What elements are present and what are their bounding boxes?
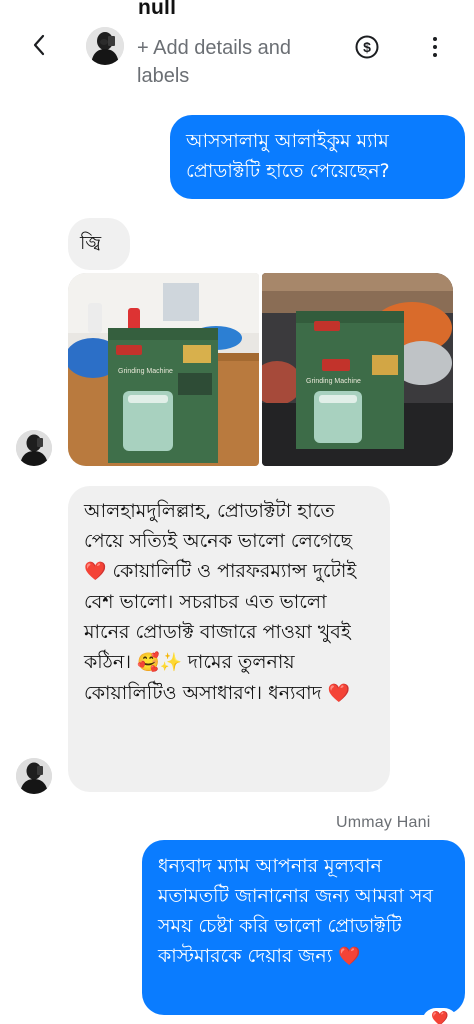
avatar[interactable] [16,758,52,794]
message-text: আলহামদুলিল্লাহ, প্রোডাক্টটা হাতে পেয়ে স… [84,500,353,552]
sender-name: Ummay Hani [336,814,431,831]
incoming-message[interactable]: জ্বি [68,218,130,270]
message-text: জ্বি [80,232,102,254]
message-reaction[interactable]: ❤️ [424,1010,456,1024]
avatar[interactable] [86,27,124,65]
avatar[interactable] [16,430,52,466]
contact-name[interactable]: null [138,0,176,20]
message-text: আসসালামু আলাইকুম ম্যাম প্রোডাক্টটি হাতে … [186,130,390,182]
more-options-button[interactable] [424,34,446,60]
add-details-link[interactable]: + Add details and labels [137,34,307,90]
heart-emoji: ❤️ [84,561,107,582]
chat-header: null + Add details and labels $ [0,0,474,102]
message-photo[interactable]: Grinding Machine [262,273,453,466]
payment-button[interactable]: $ [354,34,380,60]
back-button[interactable] [24,30,54,60]
svg-text:Grinding Machine: Grinding Machine [118,368,173,375]
message-photo[interactable]: Grinding Machine [68,273,259,466]
dollar-circle-icon: $ [355,35,379,59]
chevron-left-icon [33,34,45,56]
incoming-message[interactable]: আলহামদুলিল্লাহ, প্রোডাক্টটা হাতে পেয়ে স… [68,486,390,792]
heart-emoji: ❤️ [327,683,351,704]
svg-text:$: $ [363,39,371,55]
smiling-hearts-emoji: 🥰✨ [137,652,182,673]
heart-emoji: ❤️ [338,946,361,967]
message-text: ধন্যবাদ ম্যাম আপনার মূল্যবান মতামতটি জান… [158,855,434,967]
heart-icon: ❤️ [431,1011,449,1024]
more-vertical-icon [433,37,437,41]
svg-text:Grinding Machine: Grinding Machine [306,378,361,385]
outgoing-message[interactable]: আসসালামু আলাইকুম ম্যাম প্রোডাক্টটি হাতে … [170,115,465,199]
outgoing-message[interactable]: ধন্যবাদ ম্যাম আপনার মূল্যবান মতামতটি জান… [142,840,465,1015]
